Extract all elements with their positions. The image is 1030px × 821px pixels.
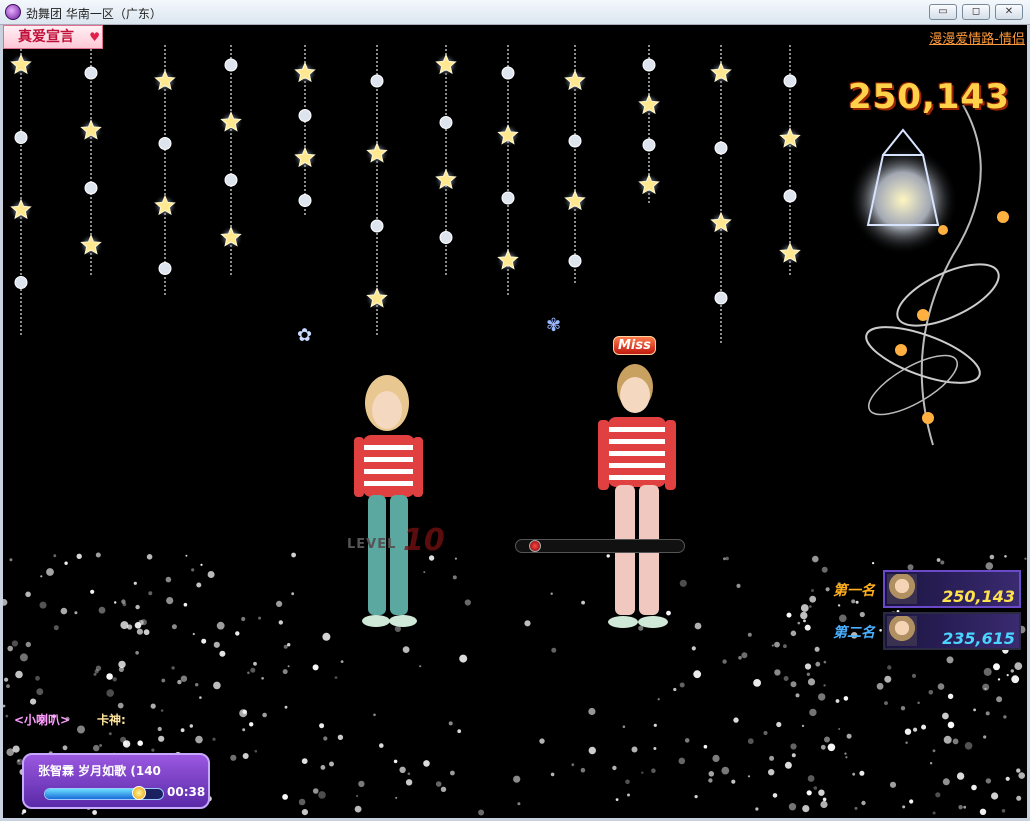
rank-first: 第一名 250,143 xyxy=(833,570,1023,608)
song-progress-bar xyxy=(44,786,164,800)
player-score: 250,143 xyxy=(848,77,1010,117)
level-number: 10 xyxy=(403,523,445,558)
beat-marker-icon xyxy=(529,540,541,552)
male-dancer xyxy=(598,364,676,628)
heart-icon: ♥ xyxy=(89,30,100,44)
window-titlebar: 劲舞团 华南一区（广东） ▭ ◻ ✕ xyxy=(0,0,1030,25)
rank-second-label: 第二名 xyxy=(833,625,875,641)
speaker-name: 卡神: xyxy=(97,713,126,727)
bear-emote-icon: ✿ xyxy=(297,325,313,346)
true-love-banner[interactable]: 真爱宣言 ♥ xyxy=(3,25,103,49)
app-icon xyxy=(5,4,21,20)
level-label: LEVEL xyxy=(347,537,397,552)
speaker-tag: <小喇叭> xyxy=(14,713,71,727)
minimize-button[interactable]: ▭ xyxy=(929,4,957,20)
rank-second: 第二名 235,615 xyxy=(833,612,1023,650)
banner-label: 真爱宣言 xyxy=(18,29,74,45)
song-time: 00:38 xyxy=(167,785,206,799)
rank-first-label: 第一名 xyxy=(833,583,875,599)
miss-indicator: Miss xyxy=(613,336,656,355)
female-dancer xyxy=(354,375,423,627)
song-title: 张智霖 岁月如歌 (140 xyxy=(38,764,161,778)
rank-first-box: 250,143 xyxy=(883,570,1021,608)
rank-second-box: 235,615 xyxy=(883,612,1021,650)
rank-first-avatar xyxy=(887,574,917,604)
ribbon-emote-icon: ✾ xyxy=(546,315,562,336)
couple-road-link[interactable]: 漫漫爱情路-情侣 xyxy=(929,28,1025,47)
song-progress-dot-icon xyxy=(132,786,147,800)
rank-first-score: 250,143 xyxy=(942,587,1015,606)
hanging-star-strings xyxy=(9,45,802,345)
close-button[interactable]: ✕ xyxy=(995,4,1023,20)
rank-second-score: 235,615 xyxy=(942,629,1015,648)
song-progress-fill xyxy=(45,789,140,799)
maximize-button[interactable]: ◻ xyxy=(962,4,990,20)
window-title: 劲舞团 华南一区（广东） xyxy=(26,7,162,21)
stage-scenery xyxy=(3,45,1027,816)
song-panel: 张智霖 岁月如歌 (140 00:38 xyxy=(22,753,210,809)
rank-second-avatar xyxy=(887,616,917,646)
game-stage: 真爱宣言 ♥ 漫漫爱情路-情侣 250,143 ✿ ✾ Miss LEVEL 1… xyxy=(3,25,1027,818)
lantern-decoration xyxy=(848,104,1009,446)
